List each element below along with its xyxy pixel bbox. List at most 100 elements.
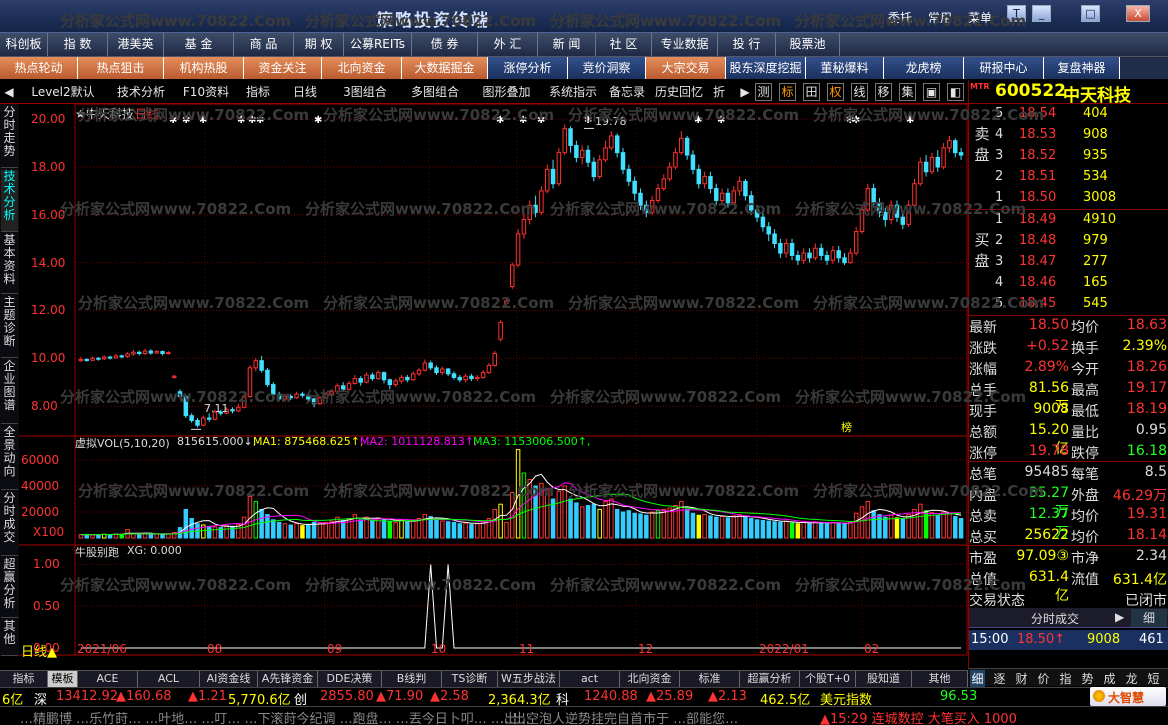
toolbar-sq-0[interactable]: 测 <box>755 83 772 101</box>
sell-row[interactable]: 4 18.53 908 <box>969 125 1168 146</box>
feature-nav-item-4[interactable]: 北向资金 <box>322 57 402 79</box>
left-tab-7[interactable]: 超赢分析 <box>1 558 18 618</box>
side-tab-4[interactable]: 指 <box>1058 670 1073 687</box>
left-tab-6[interactable]: 分时成交 <box>1 492 18 556</box>
feature-nav-item-0[interactable]: 热点轮动 <box>0 57 78 79</box>
toolbar-btn-8[interactable]: 系统指示 <box>543 83 603 101</box>
side-tab-0[interactable]: 细 <box>970 670 985 687</box>
tick-detail-button[interactable]: 细 <box>1131 609 1167 627</box>
market-nav-item-6[interactable]: 公募REITs <box>344 33 412 56</box>
sell-row[interactable]: 1 18.50 3008 <box>969 188 1168 209</box>
market-nav-item-3[interactable]: 基 金 <box>164 33 234 56</box>
toolbar-sq-6[interactable]: 集 <box>899 83 916 101</box>
indicator-tab-10[interactable]: act <box>560 671 620 687</box>
entrust-link[interactable]: 委托 <box>888 9 912 26</box>
toolbar-btn-1[interactable]: 技术分析 <box>106 83 176 101</box>
toolbar-btn-6[interactable]: 多图组合 <box>400 83 470 101</box>
toolbar-btn-7[interactable]: 图形叠加 <box>470 83 543 101</box>
side-tab-6[interactable]: 成 <box>1102 670 1117 687</box>
tick-arrow-icon[interactable]: ▶ <box>1115 610 1124 624</box>
tick-title[interactable]: 分时成交 <box>1031 610 1079 627</box>
feature-nav-item-12[interactable]: 研报中心 <box>964 57 1044 79</box>
toolbar-sq-7[interactable]: ▣ <box>923 83 940 101</box>
left-tab-1[interactable]: 技术分析 <box>1 170 18 232</box>
left-tab-3[interactable]: 主题诊断 <box>1 296 18 358</box>
market-nav-item-13[interactable]: 股票池 <box>776 33 840 56</box>
feature-nav-item-10[interactable]: 董秘爆料 <box>806 57 884 79</box>
toolbar-btn-3[interactable]: 指标 <box>236 83 280 101</box>
topmost-button[interactable]: T <box>1007 5 1026 22</box>
market-nav-item-10[interactable]: 社 区 <box>596 33 652 56</box>
sell-row[interactable]: 3 18.52 935 <box>969 146 1168 167</box>
indicator-tab-9[interactable]: W五步战法 <box>498 671 560 687</box>
market-nav-item-2[interactable]: 港美英 <box>108 33 164 56</box>
indicator-tab-15[interactable]: 股知道 <box>856 671 912 687</box>
kline-chart[interactable]: ✱ ✱ ✱ ✱ ✱ ✱ ✱ ✱ ✱ ✱ ✱ ✱ ✱ ✱✱ ✱ <box>19 104 968 656</box>
feature-nav-item-5[interactable]: 大数据掘金 <box>402 57 488 79</box>
feature-nav-item-1[interactable]: 热点狙击 <box>78 57 164 79</box>
left-tab-8[interactable]: 其他 <box>1 620 18 656</box>
sell-row[interactable]: 2 18.51 534 <box>969 167 1168 188</box>
toolbar-forward-icon[interactable]: ▶ <box>738 83 752 101</box>
toolbar-btn-0[interactable]: Level2默认 <box>20 83 106 101</box>
ticker-item-2[interactable]: ▲15:29 连城数控 大笔买入 1000 <box>820 708 1017 725</box>
feature-nav-item-3[interactable]: 资金关注 <box>244 57 322 79</box>
feature-nav-item-13[interactable]: 复盘神器 <box>1044 57 1120 79</box>
feature-nav-item-9[interactable]: 股东深度挖掘 <box>726 57 806 79</box>
market-nav-item-9[interactable]: 新 闻 <box>538 33 596 56</box>
toolbar-btn-10[interactable]: 历史回忆 <box>651 83 707 101</box>
toolbar-btn-2[interactable]: F10资料 <box>176 83 236 101</box>
mtr-badge[interactable]: MTR <box>970 82 994 102</box>
side-tab-8[interactable]: 短 <box>1146 670 1161 687</box>
minimize-button[interactable]: _ <box>1032 5 1051 22</box>
feature-nav-item-8[interactable]: 大宗交易 <box>646 57 726 79</box>
indicator-tab-14[interactable]: 个股T+0 <box>800 671 856 687</box>
market-nav-item-1[interactable]: 指 数 <box>48 33 108 56</box>
left-tab-4[interactable]: 企业图谱 <box>1 360 18 424</box>
buy-row[interactable]: 4 18.46 165 <box>969 273 1168 294</box>
toolbar-sq-8[interactable]: ◧ <box>947 83 964 101</box>
side-tab-1[interactable]: 逐 <box>992 670 1007 687</box>
indicator-tab-0[interactable]: 指标 <box>0 671 48 687</box>
indicator-tab-1[interactable]: 模板 <box>48 671 78 687</box>
feature-nav-item-11[interactable]: 龙虎榜 <box>884 57 964 79</box>
market-nav-item-12[interactable]: 投 行 <box>718 33 776 56</box>
ticker-item-0[interactable]: …精鹏博 …乐竹莳… …叶地… …叮… …下滚莳今纪调 …跑盘… …丟今日卜叩…… <box>20 708 530 725</box>
toolbar-sq-2[interactable]: 田 <box>803 83 820 101</box>
indicator-tab-8[interactable]: TS诊断 <box>442 671 498 687</box>
left-tab-5[interactable]: 全景动向 <box>1 426 18 490</box>
close-button[interactable]: X <box>1126 5 1150 22</box>
toolbar-back-icon[interactable]: ◀ <box>2 83 16 101</box>
toolbar-sq-1[interactable]: 标 <box>779 83 796 101</box>
indicator-tab-12[interactable]: 标准 <box>680 671 740 687</box>
side-tab-5[interactable]: 势 <box>1080 670 1095 687</box>
common-link[interactable]: 常用 <box>928 9 952 26</box>
feature-nav-item-6[interactable]: 涨停分析 <box>488 57 568 79</box>
indicator-tab-3[interactable]: ACL <box>138 671 200 687</box>
left-tab-2[interactable]: 基本资料 <box>1 234 18 294</box>
side-tab-7[interactable]: 龙 <box>1124 670 1139 687</box>
buy-row[interactable]: 3 18.47 277 <box>969 252 1168 273</box>
feature-nav-item-7[interactable]: 竞价洞察 <box>568 57 646 79</box>
toolbar-sq-5[interactable]: 移 <box>875 83 892 101</box>
indicator-tab-4[interactable]: AI资金线 <box>200 671 258 687</box>
side-tab-3[interactable]: 价 <box>1036 670 1051 687</box>
maximize-button[interactable]: □ <box>1081 5 1100 22</box>
indicator-tab-13[interactable]: 超赢分析 <box>740 671 800 687</box>
market-nav-item-5[interactable]: 期 权 <box>294 33 344 56</box>
market-nav-item-0[interactable]: 科创板 <box>0 33 48 56</box>
market-nav-item-4[interactable]: 商 品 <box>234 33 294 56</box>
indicator-tab-11[interactable]: 北向资金 <box>620 671 680 687</box>
indicator-tab-2[interactable]: ACE <box>78 671 138 687</box>
toolbar-btn-11[interactable]: 折 <box>707 83 731 101</box>
toolbar-sq-4[interactable]: 线 <box>851 83 868 101</box>
toolbar-btn-9[interactable]: 备忘录 <box>603 83 651 101</box>
left-tab-0[interactable]: 分时走势 <box>1 106 18 168</box>
buy-row[interactable]: 2 18.48 979 <box>969 231 1168 252</box>
menu-link[interactable]: 菜单 <box>968 9 992 26</box>
buy-row[interactable]: 5 18.45 545 <box>969 294 1168 315</box>
indicator-tab-6[interactable]: DDE决策 <box>318 671 382 687</box>
market-nav-item-8[interactable]: 外 汇 <box>478 33 538 56</box>
toolbar-btn-5[interactable]: 3图组合 <box>330 83 400 101</box>
feature-nav-item-2[interactable]: 机构热股 <box>164 57 244 79</box>
